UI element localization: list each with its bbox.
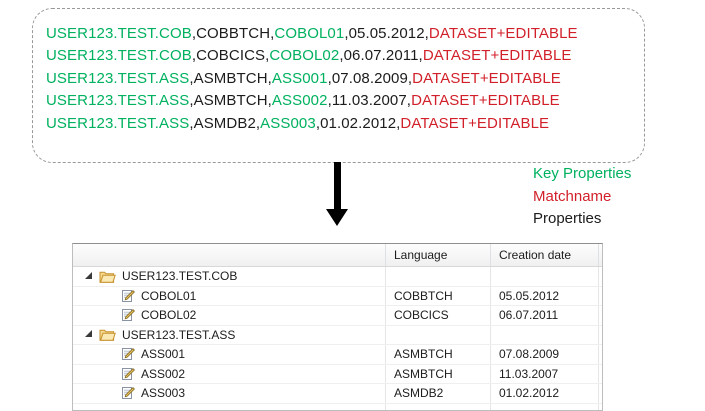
mapping-diagram: USER123.TEST.COB,COBBTCH,COBOL01,05.05.2… (0, 0, 705, 411)
editable-member-icon (121, 386, 135, 400)
record-list-box: USER123.TEST.COB,COBBTCH,COBOL01,05.05.2… (32, 8, 645, 163)
table-row-filler (73, 404, 602, 411)
record-segment: DATASET+EDITABLE (411, 92, 560, 109)
table-header-row: Language Creation date (73, 244, 602, 267)
record-segment: DATASET+EDITABLE (400, 115, 549, 132)
record-segment: USER123.TEST.COB (46, 47, 192, 64)
creation-date-cell (491, 326, 599, 345)
record-segment: COBOL01 (274, 25, 344, 42)
down-arrow-icon (326, 162, 348, 227)
creation-date-cell (491, 267, 599, 286)
editable-member-icon (121, 289, 135, 303)
record-line: USER123.TEST.ASS,ASMDB2,ASS003,01.02.201… (46, 113, 644, 135)
table-row[interactable]: ASS002 ASMBTCH 11.03.2007 (73, 365, 602, 385)
tree-cell: ASS002 (73, 365, 386, 384)
member-name-label: COBOL02 (141, 308, 196, 322)
column-header-filler (599, 244, 602, 266)
down-arrow-head (326, 209, 348, 226)
language-cell: COBCICS (386, 306, 491, 325)
language-cell: COBBTCH (386, 287, 491, 306)
dataset-name-label: USER123.TEST.ASS (122, 328, 235, 342)
record-segment: COBOL02 (269, 47, 339, 64)
record-segment: DATASET+EDITABLE (412, 70, 561, 87)
record-segment: ,ASMDB2, (189, 115, 260, 132)
table-row[interactable]: COBOL02 COBCICS 06.07.2011 (73, 306, 602, 326)
tree-cell: COBOL02 (73, 306, 386, 325)
legend-item: Matchname (533, 186, 631, 209)
record-segment: USER123.TEST.ASS (46, 92, 189, 109)
language-cell (386, 326, 491, 345)
creation-date-cell: 07.08.2009 (491, 345, 599, 364)
record-segment: ,06.07.2011, (339, 47, 423, 64)
folder-icon (99, 328, 116, 341)
expander-icon[interactable] (85, 272, 92, 279)
member-name-label: ASS002 (141, 367, 185, 381)
member-name-label: ASS001 (141, 347, 185, 361)
tree-cell: ASS003 (73, 384, 386, 403)
down-arrow-shaft (334, 162, 341, 209)
legend-item: Key Properties (533, 163, 631, 186)
creation-date-cell: 11.03.2007 (491, 365, 599, 384)
language-cell: ASMBTCH (386, 345, 491, 364)
record-segment: USER123.TEST.ASS (46, 115, 189, 132)
table-row[interactable]: COBOL01 COBBTCH 05.05.2012 (73, 287, 602, 307)
language-cell: ASMBTCH (386, 365, 491, 384)
record-segment: ASS003 (260, 115, 316, 132)
record-line: USER123.TEST.ASS,ASMBTCH,ASS001,07.08.20… (46, 68, 644, 90)
column-header-tree[interactable] (73, 244, 386, 266)
legend: Key PropertiesMatchnameProperties (533, 163, 631, 231)
tree-cell: USER123.TEST.ASS (73, 326, 386, 345)
tree-cell: USER123.TEST.COB (73, 267, 386, 286)
folder-icon (99, 270, 116, 283)
editable-member-icon (121, 308, 135, 322)
record-line: USER123.TEST.COB,COBBTCH,COBOL01,05.05.2… (46, 23, 644, 45)
record-line: USER123.TEST.COB,COBCICS,COBOL02,06.07.2… (46, 45, 644, 67)
record-lines: USER123.TEST.COB,COBBTCH,COBOL01,05.05.2… (46, 23, 644, 135)
record-segment: ,07.08.2009, (328, 70, 413, 87)
column-header-language[interactable]: Language (386, 244, 491, 266)
record-segment: USER123.TEST.COB (46, 25, 192, 42)
record-line: USER123.TEST.ASS,ASMBTCH,ASS002,11.03.20… (46, 90, 644, 112)
language-cell (386, 267, 491, 286)
record-segment: DATASET+EDITABLE (429, 25, 578, 42)
table-row[interactable]: ASS003 ASMDB2 01.02.2012 (73, 384, 602, 404)
record-segment: ,COBBTCH, (192, 25, 275, 42)
dataset-name-label: USER123.TEST.COB (122, 269, 237, 283)
record-segment: USER123.TEST.ASS (46, 70, 189, 87)
members-table: Language Creation date USER123.TEST.COB … (72, 243, 603, 411)
tree-cell: ASS001 (73, 345, 386, 364)
record-segment: ,11.03.2007, (328, 92, 412, 109)
record-segment: ,COBCICS, (192, 47, 270, 64)
editable-member-icon (121, 347, 135, 361)
creation-date-cell: 05.05.2012 (491, 287, 599, 306)
creation-date-cell: 06.07.2011 (491, 306, 599, 325)
table-row[interactable]: ASS001 ASMBTCH 07.08.2009 (73, 345, 602, 365)
record-segment: ,ASMBTCH, (189, 92, 272, 109)
record-segment: ,05.05.2012, (344, 25, 429, 42)
record-segment: ,ASMBTCH, (189, 70, 272, 87)
editable-member-icon (121, 367, 135, 381)
language-cell: ASMDB2 (386, 384, 491, 403)
record-segment: DATASET+EDITABLE (423, 47, 572, 64)
record-segment: ,01.02.2012, (316, 115, 401, 132)
record-segment: ASS002 (272, 92, 328, 109)
expander-icon[interactable] (85, 330, 92, 337)
table-row[interactable]: USER123.TEST.ASS (73, 326, 602, 346)
table-body: USER123.TEST.COB COBOL01 COBBTCH 05.05.2… (73, 267, 602, 404)
table-row[interactable]: USER123.TEST.COB (73, 267, 602, 287)
column-header-creation-date[interactable]: Creation date (491, 244, 599, 266)
tree-cell: COBOL01 (73, 287, 386, 306)
creation-date-cell: 01.02.2012 (491, 384, 599, 403)
record-segment: ASS001 (272, 70, 328, 87)
member-name-label: COBOL01 (141, 289, 196, 303)
legend-item: Properties (533, 208, 631, 231)
member-name-label: ASS003 (141, 386, 185, 400)
